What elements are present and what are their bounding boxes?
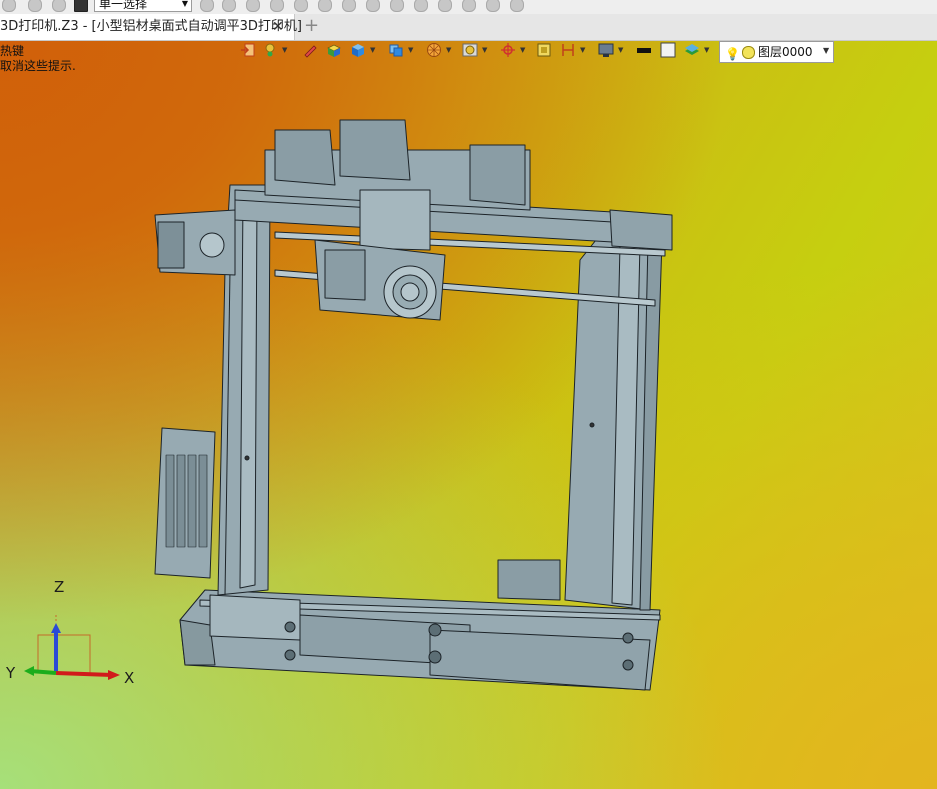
printer-3d-model[interactable] bbox=[0, 0, 937, 789]
bed-motor bbox=[497, 559, 561, 601]
